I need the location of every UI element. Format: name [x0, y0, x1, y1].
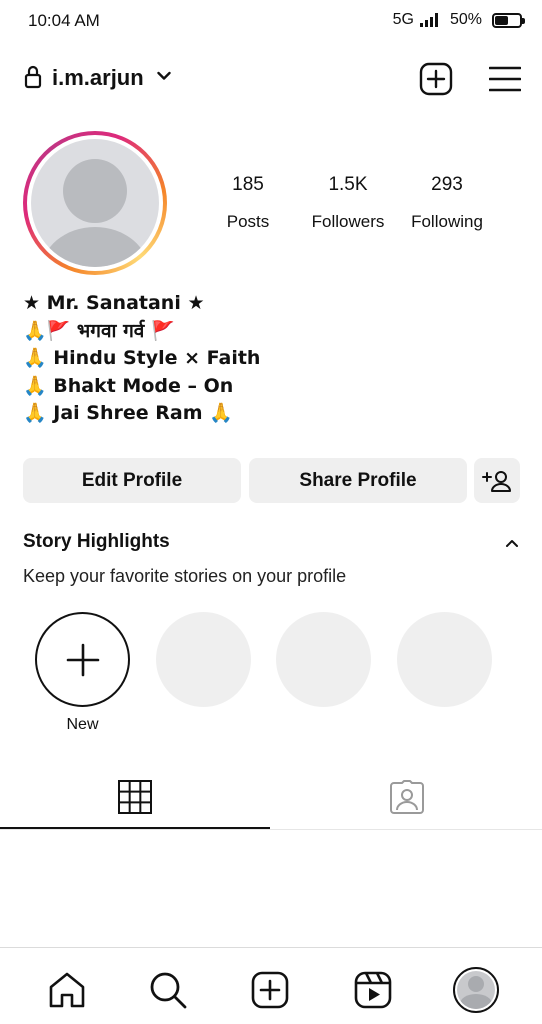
tab-tagged[interactable]: [272, 766, 542, 828]
profile-avatar[interactable]: [23, 131, 167, 275]
reels-icon: [354, 971, 392, 1009]
stat-value: 185: [232, 174, 264, 195]
chevron-down-icon[interactable]: [157, 71, 171, 81]
signal-icon: [419, 13, 438, 27]
tagged-person-icon: [390, 780, 424, 814]
profile-header: i.m.arjun: [0, 56, 542, 104]
nav-reels[interactable]: [343, 960, 403, 1020]
highlights-title: Story Highlights: [23, 531, 170, 552]
tab-posts-grid[interactable]: [0, 766, 270, 828]
chevron-up-icon[interactable]: [505, 538, 519, 548]
nav-profile[interactable]: [446, 960, 506, 1020]
status-indicators: 5G 50%: [392, 11, 525, 29]
avatar-frame: [27, 135, 163, 271]
battery-icon: [492, 12, 525, 28]
avatar: [453, 967, 499, 1013]
hamburger-icon[interactable]: [489, 66, 521, 92]
bio-line: 🙏 Jai Shree Ram 🙏: [23, 402, 233, 424]
status-bar: 10:04 AM 5G 50%: [0, 0, 542, 44]
bottom-nav-divider: [0, 947, 542, 948]
stat-label: Following: [411, 212, 483, 231]
stat-followers[interactable]: 1.5K Followers: [293, 174, 403, 232]
tab-divider: [0, 829, 542, 830]
new-highlight-button[interactable]: [35, 612, 130, 707]
highlight-placeholder: [397, 612, 492, 707]
nav-create[interactable]: [240, 960, 300, 1020]
add-user-button[interactable]: [474, 458, 520, 503]
edit-profile-button[interactable]: Edit Profile: [23, 458, 241, 503]
status-time: 10:04 AM: [28, 11, 100, 30]
plus-icon: [66, 643, 99, 676]
highlight-placeholder: [276, 612, 371, 707]
battery-percent: 50%: [449, 11, 482, 28]
stat-label: Followers: [311, 212, 385, 231]
network-label: 5G: [392, 11, 414, 28]
highlights-subtitle: Keep your favorite stories on your profi…: [23, 566, 347, 586]
nav-home[interactable]: [37, 960, 97, 1020]
stat-posts[interactable]: 185 Posts: [193, 174, 303, 232]
highlight-placeholder: [156, 612, 251, 707]
bio-line: 🙏 Bhakt Mode – On: [23, 374, 234, 397]
battery-level: [495, 15, 508, 25]
stat-label: Posts: [226, 212, 270, 231]
bio-line: ★ Mr. Sanatani ★: [23, 292, 205, 314]
stat-value: 293: [431, 174, 463, 195]
search-icon: [150, 972, 187, 1009]
bio-line: 🙏🚩 भगवा गर्व 🚩: [23, 319, 175, 342]
grid-icon: [118, 780, 152, 814]
avatar-placeholder: [31, 139, 159, 267]
avatar-head-shape: [63, 159, 127, 223]
stat-following[interactable]: 293 Following: [392, 174, 502, 232]
nav-search[interactable]: [138, 960, 198, 1020]
add-user-icon: [482, 470, 511, 492]
stat-value: 1.5K: [328, 174, 368, 195]
lock-icon: [24, 65, 42, 89]
bio-line: 🙏 Hindu Style × Faith: [23, 347, 261, 369]
plus-square-icon: [251, 971, 289, 1009]
avatar-body-shape: [41, 227, 149, 267]
new-highlight-label: New: [66, 716, 99, 733]
username[interactable]: i.m.arjun: [52, 65, 144, 91]
share-profile-button[interactable]: Share Profile: [249, 458, 467, 503]
avatar-placeholder: [457, 971, 495, 1009]
plus-square-icon[interactable]: [419, 62, 453, 96]
profile-bio: ★ Mr. Sanatani ★ 🙏🚩 भगवा गर्व 🚩 🙏 Hindu …: [23, 290, 260, 428]
home-icon: [49, 972, 85, 1008]
